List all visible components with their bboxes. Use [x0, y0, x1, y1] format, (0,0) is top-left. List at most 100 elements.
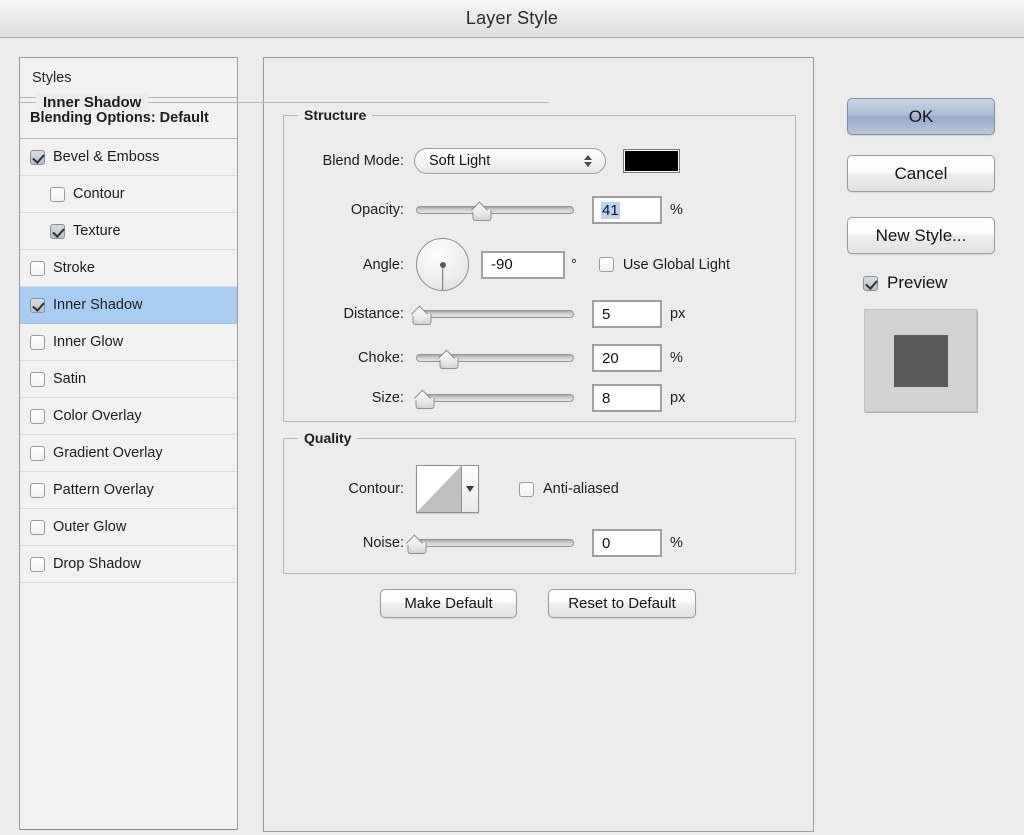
size-value: 8	[602, 389, 611, 407]
sidebar-item-label: Texture	[73, 223, 121, 239]
effect-checkbox[interactable]	[50, 223, 65, 239]
size-row: Size: 8 px	[300, 384, 685, 412]
choke-unit: %	[670, 350, 683, 366]
sidebar-item-drop-shadow[interactable]: Drop Shadow	[20, 546, 237, 583]
sidebar-item-outer-glow[interactable]: Outer Glow	[20, 509, 237, 546]
opacity-slider-thumb[interactable]	[472, 205, 492, 221]
opacity-unit: %	[670, 202, 683, 218]
noise-unit: %	[670, 535, 683, 551]
preview-checkbox[interactable]	[863, 275, 878, 291]
effect-checkbox[interactable]	[30, 297, 45, 313]
linear-contour-icon	[417, 466, 462, 512]
distance-slider[interactable]	[412, 304, 574, 325]
distance-slider-track	[416, 310, 574, 318]
structure-group: Structure Blend Mode: Soft Light Opacity…	[283, 107, 796, 422]
size-label: Size:	[371, 390, 404, 406]
angle-input[interactable]: -90	[481, 250, 565, 279]
anti-aliased-checkbox[interactable]	[519, 481, 534, 497]
opacity-input[interactable]: 41	[592, 196, 662, 224]
sidebar-item-stroke[interactable]: Stroke	[20, 250, 237, 287]
angle-unit: °	[571, 256, 577, 273]
noise-slider[interactable]	[407, 533, 574, 554]
noise-slider-thumb[interactable]	[407, 538, 427, 554]
choke-input[interactable]: 20	[592, 344, 662, 372]
choke-slider[interactable]	[416, 348, 574, 369]
effect-checkbox[interactable]	[30, 408, 45, 424]
sidebar-item-label: Drop Shadow	[53, 556, 141, 572]
preview-thumbnail-square	[893, 334, 948, 387]
new-style-button[interactable]: New Style...	[847, 217, 995, 254]
sidebar-item-label: Inner Shadow	[53, 297, 143, 313]
distance-input[interactable]: 5	[592, 300, 662, 328]
size-slider-thumb[interactable]	[415, 393, 435, 409]
quality-group: Quality Contour: Anti-aliased Noise: 0 %	[283, 430, 796, 574]
opacity-value: 41	[601, 201, 620, 219]
opacity-slider-track	[416, 206, 574, 214]
effect-checkbox[interactable]	[30, 149, 45, 165]
sidebar-item-label: Inner Glow	[53, 334, 124, 350]
use-global-light-label: Use Global Light	[622, 256, 731, 273]
blend-mode-value: Soft Light	[429, 153, 491, 169]
angle-dial[interactable]	[416, 238, 469, 291]
blend-mode-label: Blend Mode:	[322, 153, 404, 169]
sidebar-item-gradient-overlay[interactable]: Gradient Overlay	[20, 435, 237, 472]
sidebar-item-inner-shadow[interactable]: Inner Shadow	[20, 287, 237, 324]
blend-mode-select[interactable]: Soft Light	[414, 148, 606, 174]
angle-value: -90	[491, 256, 513, 273]
anti-aliased-label: Anti-aliased	[543, 481, 619, 497]
preview-label: Preview	[887, 273, 948, 292]
angle-row: Angle: -90 ° Use Global Light	[300, 238, 730, 291]
noise-slider-track	[416, 539, 574, 547]
size-slider-track	[416, 394, 574, 402]
sidebar-item-satin[interactable]: Satin	[20, 361, 237, 398]
choke-slider-thumb[interactable]	[439, 353, 459, 369]
sidebar-item-label: Stroke	[53, 260, 95, 276]
preview-toggle[interactable]: Preview	[863, 273, 947, 293]
sidebar-item-label: Satin	[53, 371, 87, 387]
sidebar-item-pattern-overlay[interactable]: Pattern Overlay	[20, 472, 237, 509]
effect-checkbox[interactable]	[30, 482, 45, 498]
opacity-slider[interactable]	[416, 200, 574, 221]
sidebar-item-color-overlay[interactable]: Color Overlay	[20, 398, 237, 435]
distance-unit: px	[670, 306, 686, 322]
sidebar-item-contour[interactable]: Contour	[20, 176, 237, 213]
shadow-color-swatch[interactable]	[623, 149, 680, 173]
effect-checkbox[interactable]	[30, 260, 45, 276]
effect-checkbox[interactable]	[30, 445, 45, 461]
contour-row: Contour: Anti-aliased	[300, 465, 619, 513]
preview-thumbnail	[864, 309, 977, 412]
noise-input[interactable]: 0	[592, 529, 662, 557]
distance-slider-thumb[interactable]	[412, 309, 432, 325]
effect-checkbox[interactable]	[50, 186, 65, 202]
contour-preset-picker[interactable]	[416, 465, 479, 513]
ok-button[interactable]: OK	[847, 98, 995, 135]
size-slider[interactable]	[415, 388, 574, 409]
sidebar-item-bevel-emboss[interactable]: Bevel & Emboss	[20, 139, 237, 176]
choke-row: Choke: 20 %	[300, 344, 683, 372]
sidebar-item-label: Color Overlay	[53, 408, 142, 424]
structure-legend: Structure	[298, 107, 373, 123]
effect-checkbox[interactable]	[30, 334, 45, 350]
use-global-light-checkbox[interactable]	[598, 257, 614, 272]
sidebar-item-label: Pattern Overlay	[53, 482, 154, 498]
effect-checkbox[interactable]	[30, 519, 45, 535]
make-default-button[interactable]: Make Default	[380, 589, 517, 618]
choke-value: 20	[602, 349, 619, 367]
sidebar-item-inner-glow[interactable]: Inner Glow	[20, 324, 237, 361]
effect-checkbox[interactable]	[30, 556, 45, 572]
angle-dial-needle	[441, 264, 444, 290]
sidebar-item-texture[interactable]: Texture	[20, 213, 237, 250]
effect-checkbox[interactable]	[30, 371, 45, 387]
reset-to-default-button[interactable]: Reset to Default	[548, 589, 696, 618]
noise-value: 0	[602, 534, 611, 552]
choke-label: Choke:	[358, 350, 404, 366]
cancel-button[interactable]: Cancel	[847, 155, 995, 192]
size-input[interactable]: 8	[592, 384, 662, 412]
sidebar-item-label: Gradient Overlay	[53, 445, 163, 461]
contour-dropdown-button[interactable]	[462, 466, 478, 512]
distance-label: Distance:	[343, 306, 404, 322]
noise-label: Noise:	[362, 535, 404, 551]
chevron-updown-icon	[584, 155, 592, 167]
dialog-body: Styles Blending Options: Default Bevel &…	[0, 39, 1024, 835]
size-unit: px	[670, 390, 686, 406]
